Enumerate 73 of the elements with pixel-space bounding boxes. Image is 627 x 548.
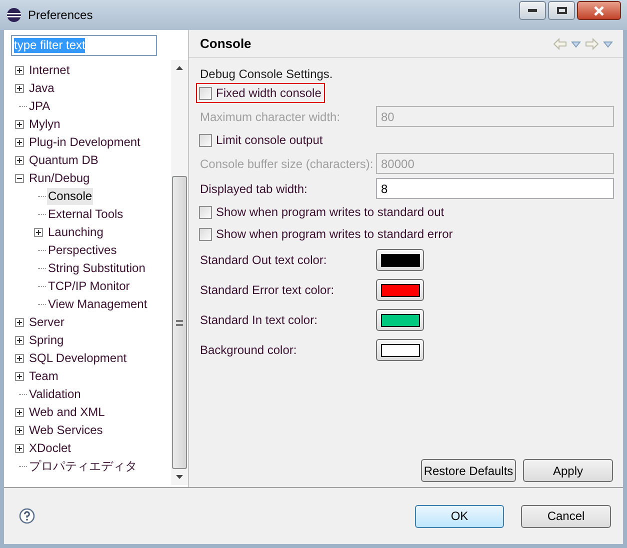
expand-icon[interactable] [15,84,24,92]
expand-icon[interactable] [15,138,24,146]
checkbox-option[interactable]: Show when program writes to standard error [196,224,457,244]
tree-item[interactable]: Internet [28,62,71,78]
tree-item[interactable]: Plug-in Development [28,134,142,150]
help-icon[interactable] [19,508,35,524]
checkbox[interactable] [199,206,212,218]
checkbox-option[interactable]: Limit console output [196,130,327,150]
tree-item[interactable]: Web Services [28,422,104,438]
tree-item[interactable]: String Substitution [47,260,146,276]
dialog-button[interactable]: Apply [523,459,613,482]
tree-item[interactable]: Mylyn [28,116,62,132]
tree-item[interactable]: XDoclet [28,440,72,456]
color-picker-button[interactable] [376,249,424,271]
expand-icon[interactable] [15,372,24,380]
field-label: Displayed tab width: [200,180,308,198]
maximize-button[interactable] [548,1,575,20]
close-button[interactable] [577,1,621,20]
scroll-thumb[interactable] [172,176,187,469]
tree-item[interactable]: TCP/IP Monitor [47,278,131,294]
minimize-button[interactable] [519,1,546,20]
dialog-button[interactable]: OK [415,504,504,528]
tree-item[interactable]: View Management [47,296,148,312]
checkbox[interactable] [199,86,212,100]
color-picker-button[interactable] [376,339,424,361]
dialog-button[interactable]: Cancel [521,504,611,528]
tree-item[interactable]: Java [28,80,56,96]
collapse-icon[interactable] [15,174,24,182]
expand-icon[interactable] [15,66,24,74]
tree-item[interactable]: Perspectives [47,242,118,258]
expand-icon[interactable] [15,444,24,452]
tree-item[interactable]: Server [28,314,66,330]
color-label: Standard Out text color: [200,252,328,269]
tree-item[interactable]: Validation [28,386,82,402]
checkbox-option[interactable]: Show when program writes to standard out [196,202,448,222]
color-label: Background color: [200,342,298,359]
tree-item[interactable]: Web and XML [28,404,106,420]
dialog-button[interactable]: Restore Defaults [421,459,516,482]
section-label: Debug Console Settings. [200,66,333,83]
field-label: Console buffer size (characters): [200,156,374,172]
expand-icon[interactable] [15,426,24,434]
tree-item[interactable]: SQL Development [28,350,128,366]
tree-item[interactable]: Spring [28,332,65,348]
expand-icon[interactable] [15,156,24,164]
tree-item[interactable]: Team [28,368,60,384]
expand-icon[interactable] [15,336,24,344]
field-label: Maximum character width: [200,108,342,126]
tree-item[interactable]: Quantum DB [28,152,100,168]
tree-item[interactable]: Run/Debug [28,170,91,186]
expand-icon[interactable] [15,354,24,362]
tree-item[interactable]: Launching [47,224,104,240]
close-icon [593,6,605,16]
checkbox-option[interactable]: Fixed width console [196,83,326,103]
tree-item[interactable]: プロパティエディタ [28,458,138,474]
page-title: Console [200,35,252,54]
tree-item[interactable]: External Tools [47,206,124,222]
color-picker-button[interactable] [376,279,424,301]
color-label: Standard Error text color: [200,282,336,299]
scrollbar[interactable] [171,60,188,485]
app-icon [6,7,22,23]
color-label: Standard In text color: [200,312,318,329]
tree-item[interactable]: Console [47,188,94,204]
checkbox[interactable] [199,228,212,240]
window-title: Preferences [28,7,93,24]
color-picker-button[interactable] [376,309,424,331]
expand-icon[interactable] [15,318,24,326]
checkbox[interactable] [199,134,212,146]
expand-icon[interactable] [15,120,24,128]
expand-icon[interactable] [15,408,24,416]
tree-item[interactable]: JPA [28,98,52,114]
input-field[interactable]: 8 [376,178,614,199]
expand-icon[interactable] [34,228,43,236]
grip-icon [176,320,183,326]
